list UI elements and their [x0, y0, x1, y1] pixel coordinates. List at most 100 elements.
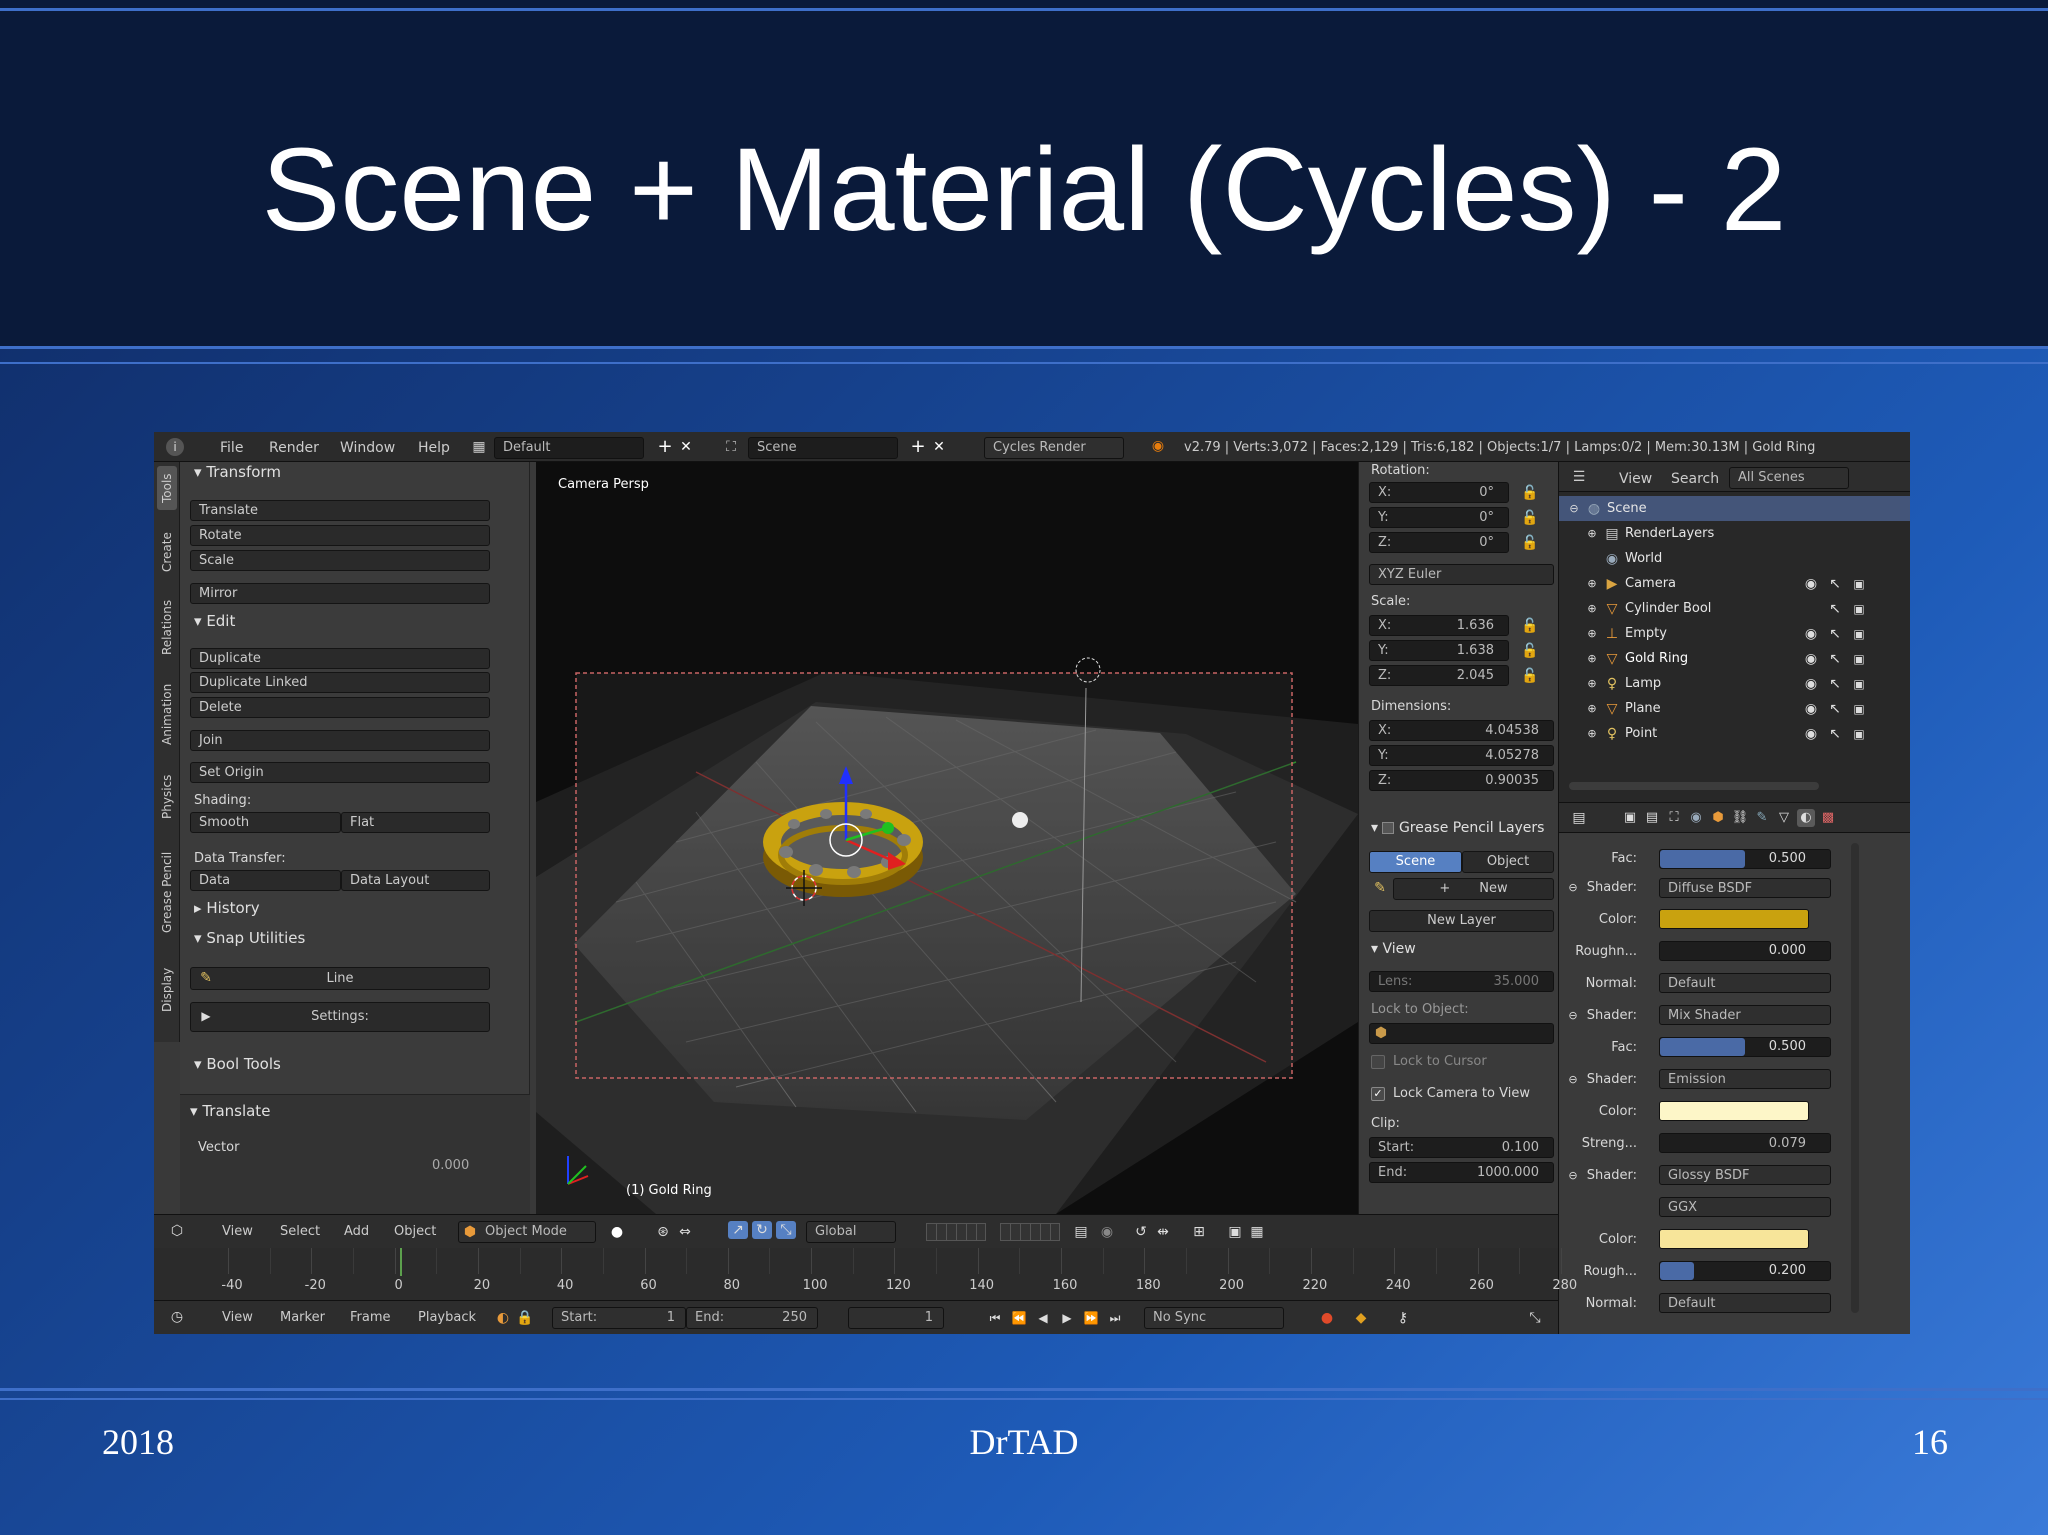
cursor-icon[interactable]: ↖ — [1827, 600, 1843, 618]
view-panel-header[interactable]: ▾ View — [1371, 939, 1416, 959]
rotation-y-field[interactable]: Y: 0° — [1369, 507, 1509, 528]
tab-display[interactable]: Display — [157, 952, 177, 1027]
operator-panel-header[interactable]: ▾ Translate — [190, 1101, 270, 1121]
render-icon[interactable]: ▣ — [1851, 700, 1867, 718]
expand-icon[interactable]: ⊕ — [1585, 700, 1599, 718]
settings-expander[interactable]: Settings: — [190, 1002, 490, 1032]
snap-utilities-panel-header[interactable]: ▾ Snap Utilities — [194, 928, 305, 948]
bool-tools-panel-header[interactable]: ▾ Bool Tools — [194, 1054, 281, 1074]
world-tab-icon[interactable]: ◉ — [1687, 809, 1705, 827]
constraints-tab-icon[interactable]: ⛓ — [1731, 809, 1749, 827]
outliner-row-lamp[interactable]: ⊕ ♀ Lamp ◉ ↖ ▣ — [1559, 671, 1910, 696]
rotation-mode-select[interactable]: XYZ Euler — [1369, 564, 1554, 585]
view3d-editor-icon[interactable]: ⬡ — [168, 1222, 186, 1240]
scale-z-field[interactable]: Z: 2.045 — [1369, 665, 1509, 686]
play-icon[interactable]: ▶ — [1058, 1309, 1076, 1327]
texture-tab-icon[interactable]: ▩ — [1819, 809, 1837, 827]
layer-buttons[interactable] — [926, 1223, 986, 1241]
lock-to-cursor-checkbox[interactable] — [1371, 1055, 1385, 1069]
normal1-select[interactable]: Default — [1659, 973, 1831, 993]
eye-icon[interactable]: ◉ — [1803, 675, 1819, 693]
join-button[interactable]: Join — [190, 730, 490, 751]
jump-start-icon[interactable]: ⏮ — [986, 1309, 1004, 1327]
render-icon[interactable]: ▣ — [1851, 675, 1867, 693]
scale-button[interactable]: Scale — [190, 550, 490, 571]
cursor-icon[interactable]: ↖ — [1827, 725, 1843, 743]
render-tab-icon[interactable]: ▣ — [1621, 809, 1639, 827]
clip-end-field[interactable]: End: 1000.000 — [1369, 1162, 1554, 1183]
strength-field[interactable]: 0.079 — [1659, 1133, 1831, 1153]
tl-menu-marker[interactable]: Marker — [280, 1309, 325, 1327]
v3d-menu-object[interactable]: Object — [394, 1223, 436, 1241]
rough1-slider[interactable]: 0.000 — [1659, 941, 1831, 961]
add-icon[interactable]: + — [657, 438, 673, 456]
info-icon[interactable]: i — [166, 438, 184, 456]
history-panel-header[interactable]: ▸ History — [194, 898, 260, 918]
layer-buttons[interactable] — [1000, 1223, 1060, 1241]
smooth-button[interactable]: Smooth — [190, 812, 341, 833]
jump-end-icon[interactable]: ⏭ — [1106, 1309, 1124, 1327]
manipulator-toggle-icon[interactable]: ⇔ — [676, 1223, 694, 1241]
add-icon[interactable]: + — [910, 438, 926, 456]
timeline-editor-icon[interactable]: ◷ — [168, 1308, 186, 1326]
outliner-scrollbar[interactable] — [1569, 782, 1819, 790]
eye-icon[interactable]: ◉ — [1803, 700, 1819, 718]
grease-pencil-checkbox[interactable] — [1382, 822, 1395, 834]
cursor-icon[interactable]: ↖ — [1827, 700, 1843, 718]
line-button[interactable]: Line — [190, 967, 490, 990]
collapse-icon[interactable]: ⊖ — [1567, 500, 1581, 518]
modifier-wrench-icon[interactable]: ✎ — [1753, 809, 1771, 827]
dimensions-z-field[interactable]: Z: 0.90035 — [1369, 770, 1554, 791]
cursor-icon[interactable]: ↖ — [1827, 650, 1843, 668]
snap-icon[interactable]: ↺ — [1132, 1223, 1150, 1241]
layout-grid-icon[interactable]: ▦ — [470, 438, 488, 456]
lock-camera-checkbox[interactable]: ✓ — [1371, 1087, 1385, 1101]
lens-field[interactable]: Lens: 35.000 — [1369, 971, 1554, 992]
tl-menu-frame[interactable]: Frame — [350, 1309, 391, 1327]
grease-pencil-layers-header[interactable]: ▾ Grease Pencil Layers — [1371, 818, 1544, 838]
eye-icon[interactable]: ◉ — [1803, 625, 1819, 643]
scale-x-field[interactable]: X: 1.636 — [1369, 615, 1509, 636]
normal4-select[interactable]: Default — [1659, 1293, 1831, 1313]
data-button[interactable]: Data — [190, 870, 341, 891]
render-anim-icon[interactable]: ▦ — [1248, 1223, 1266, 1241]
tab-grease-pencil[interactable]: Grease Pencil — [157, 837, 177, 947]
outliner-row-scene[interactable]: ⊖ ◍ Scene — [1559, 496, 1910, 521]
shader1-select[interactable]: Diffuse BSDF — [1659, 878, 1831, 898]
lock-icon[interactable]: 🔓 — [1521, 534, 1539, 552]
duplicate-button[interactable]: Duplicate — [190, 648, 490, 669]
translate-button[interactable]: Translate — [190, 500, 490, 521]
outliner-row-empty[interactable]: ⊕ ⊥ Empty ◉ ↖ ▣ — [1559, 621, 1910, 646]
scene-tab-icon[interactable]: ⛶ — [1665, 809, 1683, 827]
data-layout-button[interactable]: Data Layout — [341, 870, 490, 891]
rough4-slider[interactable]: 0.200 — [1659, 1261, 1831, 1281]
eye-icon[interactable]: ◉ — [1803, 725, 1819, 743]
menu-help[interactable]: Help — [418, 439, 450, 457]
material-tab-icon[interactable]: ◐ — [1797, 809, 1815, 827]
shader2-select[interactable]: Mix Shader — [1659, 1005, 1831, 1025]
gp-scene-tab[interactable]: Scene — [1369, 851, 1462, 873]
close-icon[interactable]: ✕ — [678, 438, 694, 456]
scene-field[interactable]: Scene — [748, 437, 898, 459]
keying-set-icon[interactable]: ⚷ — [1394, 1309, 1412, 1327]
transform-panel-header[interactable]: ▾ Transform — [194, 462, 281, 482]
scale-y-field[interactable]: Y: 1.638 — [1369, 640, 1509, 661]
menu-window[interactable]: Window — [340, 439, 395, 457]
resize-corner-icon[interactable]: ⤡ — [1526, 1309, 1544, 1327]
expand-icon[interactable]: ⊕ — [1585, 650, 1599, 668]
set-origin-select[interactable]: Set Origin — [190, 762, 490, 783]
lock-icon[interactable]: 🔓 — [1521, 667, 1539, 685]
scene-icon[interactable]: ⛶ — [722, 438, 740, 456]
start-frame-field[interactable]: Start: 1 — [552, 1307, 686, 1329]
render-icon[interactable]: ▣ — [1851, 625, 1867, 643]
fac1-slider[interactable]: 0.500 — [1659, 849, 1831, 869]
shader3-select[interactable]: Emission — [1659, 1069, 1831, 1089]
pencil-icon[interactable]: ✎ — [1371, 879, 1389, 897]
clip-start-field[interactable]: Start: 0.100 — [1369, 1137, 1554, 1158]
menu-file[interactable]: File — [220, 439, 243, 457]
eye-icon[interactable]: ◉ — [1803, 650, 1819, 668]
editor-type-icon[interactable]: ▤ — [1569, 809, 1589, 827]
delete-button[interactable]: Delete — [190, 697, 490, 718]
jump-keyframe-forward-icon[interactable]: ⏩ — [1082, 1309, 1100, 1327]
edit-panel-header[interactable]: ▾ Edit — [194, 611, 235, 631]
